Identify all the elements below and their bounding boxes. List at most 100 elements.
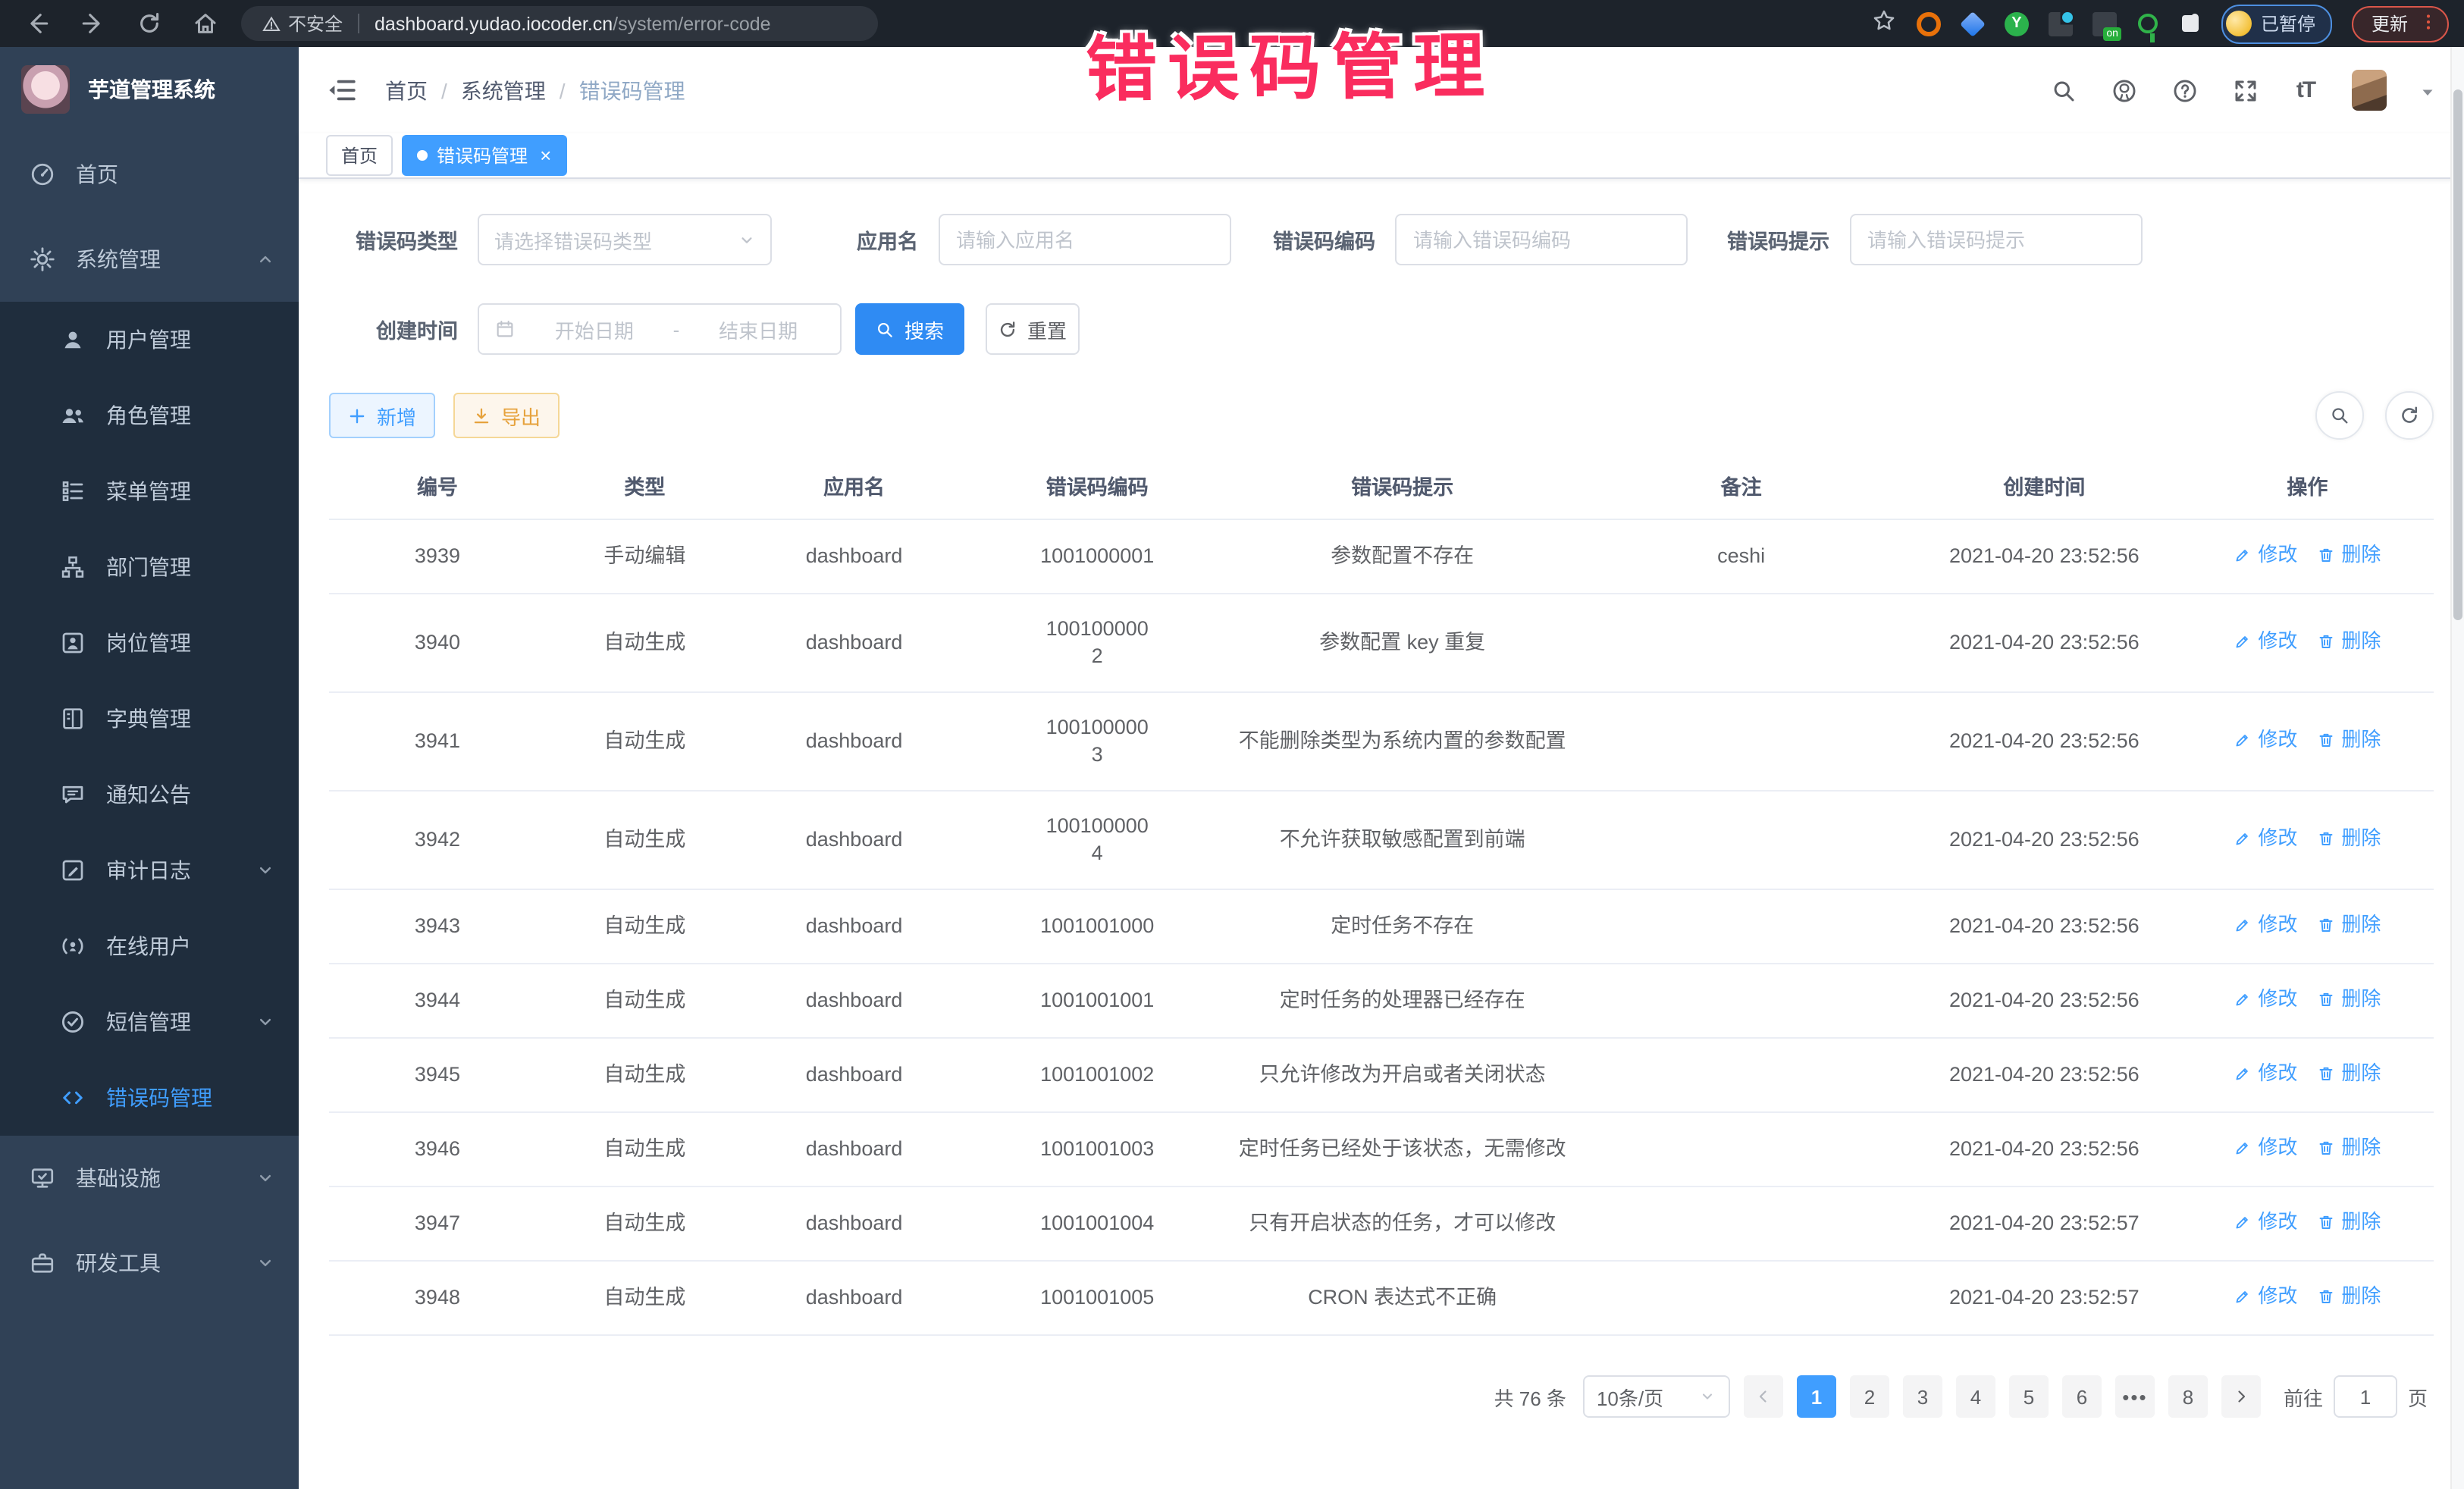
delete-link[interactable]: 删除 <box>2317 911 2381 939</box>
edit-link[interactable]: 修改 <box>2234 1060 2297 1087</box>
tab-close-icon[interactable]: × <box>540 146 551 165</box>
edit-link[interactable]: 修改 <box>2234 541 2297 569</box>
sidebar-fold-icon[interactable] <box>326 74 359 107</box>
error-code-input[interactable] <box>1395 214 1688 265</box>
row-remark <box>1575 964 1908 1038</box>
next-page-button[interactable] <box>2221 1375 2261 1418</box>
font-size-icon[interactable]: tT <box>2291 76 2320 105</box>
delete-link[interactable]: 删除 <box>2317 1134 2381 1161</box>
page-button-1[interactable]: 1 <box>1797 1375 1836 1418</box>
page-button-4[interactable]: 4 <box>1956 1375 1995 1418</box>
grid-extension-icon[interactable] <box>2049 11 2073 36</box>
address-bar[interactable]: 不安全 dashboard.yudao.iocoder.cn/system/er… <box>241 6 878 41</box>
edit-link[interactable]: 修改 <box>2234 628 2297 655</box>
caret-down-icon[interactable] <box>2419 81 2437 99</box>
page-button-6[interactable]: 6 <box>2062 1375 2102 1418</box>
orange-ring-extension-icon[interactable] <box>1917 11 1941 36</box>
error-hint-input[interactable] <box>1849 214 2142 265</box>
pager-ellipsis-button[interactable]: ••• <box>2115 1375 2155 1418</box>
user-avatar[interactable] <box>2352 70 2387 111</box>
green-key-extension-icon[interactable] <box>2138 14 2158 33</box>
row-hint: 定时任务已经处于该状态，无需修改 <box>1230 1112 1575 1186</box>
fullscreen-icon[interactable] <box>2230 76 2259 105</box>
sidebar-item-menu[interactable]: 菜单管理 <box>0 453 299 529</box>
github-icon[interactable] <box>2109 76 2138 105</box>
back-icon[interactable] <box>15 5 58 42</box>
edit-link[interactable]: 修改 <box>2234 1208 2297 1236</box>
edit-link[interactable]: 修改 <box>2234 911 2297 939</box>
reload-icon[interactable] <box>127 5 170 42</box>
row-app: dashboard <box>744 1186 964 1261</box>
export-button[interactable]: 导出 <box>453 393 560 438</box>
edit-link[interactable]: 修改 <box>2234 825 2297 852</box>
blue-gem-extension-icon[interactable] <box>1960 11 1986 36</box>
sidebar-item-role[interactable]: 角色管理 <box>0 378 299 453</box>
page-button-5[interactable]: 5 <box>2009 1375 2049 1418</box>
sidebar-item-system[interactable]: 系统管理 <box>0 217 299 302</box>
page-button-2[interactable]: 2 <box>1850 1375 1889 1418</box>
sidebar-item-infrastructure[interactable]: 基础设施 <box>0 1136 299 1221</box>
error-code-type-select[interactable]: 请选择错误码类型 <box>478 214 772 265</box>
home-icon[interactable] <box>183 5 226 42</box>
refresh-table-button[interactable] <box>2385 391 2434 440</box>
sidebar-item-error-code[interactable]: 错误码管理 <box>0 1060 299 1136</box>
help-icon[interactable] <box>2170 76 2199 105</box>
page-size-select[interactable]: 10条/页 <box>1583 1375 1730 1418</box>
delete-link[interactable]: 删除 <box>2317 541 2381 569</box>
edit-link[interactable]: 修改 <box>2234 726 2297 754</box>
toggle-search-button[interactable] <box>2315 391 2364 440</box>
error-code-table: 编号类型应用名错误码编码错误码提示备注创建时间操作 3939手动编辑dashbo… <box>329 452 2434 1336</box>
delete-link[interactable]: 删除 <box>2317 1060 2381 1087</box>
sidebar-item-dept[interactable]: 部门管理 <box>0 529 299 605</box>
sidebar-item-online-user[interactable]: 在线用户 <box>0 908 299 984</box>
delete-link[interactable]: 删除 <box>2317 628 2381 655</box>
goto-page-input[interactable] <box>2334 1375 2397 1418</box>
reset-button[interactable]: 重置 <box>986 303 1080 355</box>
security-status[interactable]: 不安全 <box>262 11 343 36</box>
forward-icon[interactable] <box>71 5 114 42</box>
page-button-3[interactable]: 3 <box>1903 1375 1942 1418</box>
puzzle-extension-icon[interactable] <box>2182 15 2199 32</box>
edit-link[interactable]: 修改 <box>2234 1283 2297 1310</box>
browser-update-button[interactable]: 更新 <box>2352 5 2449 42</box>
browser-profile-chip[interactable]: 已暂停 <box>2221 4 2332 43</box>
table-row: 3946自动生成dashboard1001001003定时任务已经处于该状态，无… <box>329 1112 2434 1186</box>
page-scrollbar[interactable] <box>2450 47 2464 1489</box>
add-button[interactable]: 新增 <box>329 393 435 438</box>
create-time-range-picker[interactable]: 开始日期 - 结束日期 <box>478 303 842 355</box>
kebab-menu-icon[interactable] <box>2419 11 2440 36</box>
sidebar-item-post[interactable]: 岗位管理 <box>0 605 299 681</box>
green-y-extension-icon[interactable]: Y <box>2005 11 2029 36</box>
delete-link[interactable]: 删除 <box>2317 986 2381 1013</box>
breadcrumb-home[interactable]: 首页 <box>385 75 428 105</box>
row-create-time: 2021-04-20 23:52:56 <box>1908 692 2181 791</box>
search-icon[interactable] <box>2049 76 2077 105</box>
delete-link[interactable]: 删除 <box>2317 825 2381 852</box>
delete-link[interactable]: 删除 <box>2317 726 2381 754</box>
app-name-input[interactable] <box>938 214 1230 265</box>
sidebar-item-user[interactable]: 用户管理 <box>0 302 299 378</box>
security-label: 不安全 <box>288 11 343 36</box>
scrollbar-thumb[interactable] <box>2453 89 2462 620</box>
breadcrumb-system[interactable]: 系统管理 <box>461 75 546 105</box>
edit-link[interactable]: 修改 <box>2234 1134 2297 1161</box>
bookmark-star-icon[interactable] <box>1871 7 1897 40</box>
sidebar-item-notice[interactable]: 通知公告 <box>0 757 299 832</box>
sidebar-item-home[interactable]: 首页 <box>0 132 299 217</box>
adblock-on-extension-icon[interactable] <box>2093 11 2117 36</box>
sidebar-item-dict[interactable]: 字典管理 <box>0 681 299 757</box>
delete-link[interactable]: 删除 <box>2317 1283 2381 1310</box>
sidebar-item-sms[interactable]: 短信管理 <box>0 984 299 1060</box>
page-button-8[interactable]: 8 <box>2168 1375 2208 1418</box>
edit-link[interactable]: 修改 <box>2234 986 2297 1013</box>
prev-page-button[interactable] <box>1744 1375 1783 1418</box>
tab-error-code-management[interactable]: 错误码管理 × <box>402 135 566 176</box>
row-error-code: 1001001000 <box>964 889 1230 964</box>
delete-link[interactable]: 删除 <box>2317 1208 2381 1236</box>
sidebar-item-dev-tools[interactable]: 研发工具 <box>0 1221 299 1306</box>
tab-home[interactable]: 首页 <box>326 135 393 176</box>
sidebar-item-audit-log[interactable]: 审计日志 <box>0 832 299 908</box>
row-id: 3941 <box>329 692 546 791</box>
column-header-7: 操作 <box>2181 452 2434 519</box>
search-button[interactable]: 搜索 <box>855 303 964 355</box>
